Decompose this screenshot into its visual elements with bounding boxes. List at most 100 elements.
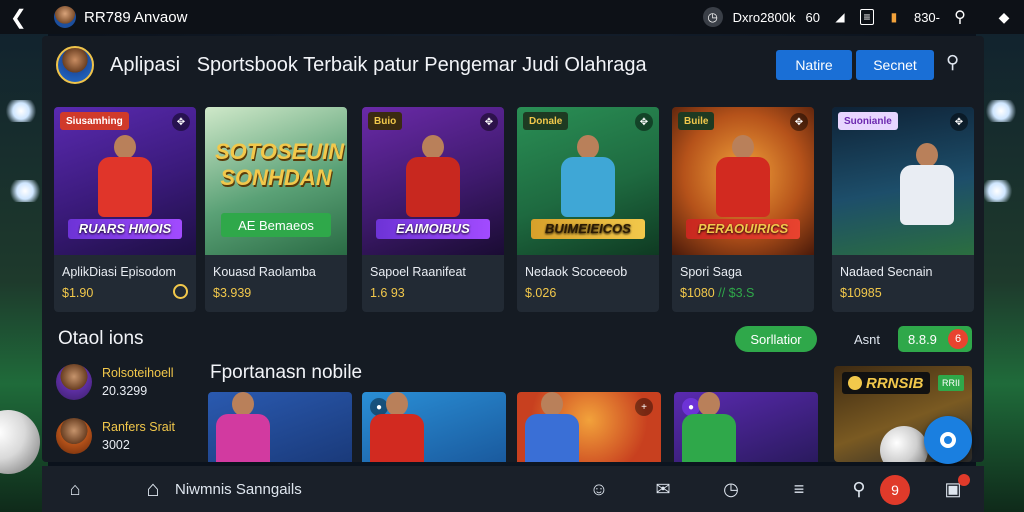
list-item-value: 20.3299 (102, 384, 148, 398)
game-card[interactable]: Donale ✥ BUIMEIEICOS Nedaok Scoceeob $.0… (517, 107, 659, 312)
house-icon[interactable]: ⌂ (142, 476, 164, 501)
card-art: Buio ✥ EAIMOIBUS (362, 107, 504, 255)
promo-tag-text: RRNSIB (866, 374, 924, 392)
account-badge: 6 (948, 329, 968, 349)
game-card[interactable]: Siusamhing ✥ RUARS HMOIS AplikDiasi Epis… (54, 107, 196, 312)
expand-icon[interactable]: ✥ (790, 113, 808, 131)
card-tag: Buio (368, 112, 403, 130)
search-icon[interactable]: ⚲ (946, 52, 970, 76)
list-item[interactable]: Rolsoteihoell 20.3299 (56, 362, 206, 404)
expand-icon[interactable]: ✥ (950, 113, 968, 131)
card-name: AplikDiasi Episodom (62, 265, 176, 279)
mobile-game-thumb[interactable]: + (517, 392, 661, 462)
section-title: Otaol ions (58, 328, 144, 349)
mobile-game-thumb[interactable] (208, 392, 352, 462)
card-price-extra: // $3.S (718, 286, 755, 300)
mobile-game-thumb[interactable]: ● (362, 392, 506, 462)
subscribe-button[interactable]: Sorllatior (735, 326, 817, 352)
card-price: $1.90 (62, 286, 94, 300)
game-card[interactable]: Buio ✥ EAIMOIBUS Sapoel Raanifeat 1.6 93 (362, 107, 504, 312)
search-icon[interactable]: ⚲ (950, 7, 970, 27)
player-figure (708, 135, 778, 227)
battery-icon: ▮ (890, 10, 898, 24)
player-figure (892, 143, 962, 235)
expand-icon[interactable]: ✥ (172, 113, 190, 131)
mobile-game-thumb[interactable]: ● (674, 392, 818, 462)
soccer-ball-icon (0, 410, 40, 474)
card-price: $3.939 (213, 286, 252, 300)
card-price: $.026 (525, 286, 557, 300)
status-text: Dxro2800k (732, 9, 796, 25)
expand-icon[interactable]: ✥ (635, 113, 653, 131)
card-name: Spori Saga (680, 265, 742, 279)
app-name: RR789 Anvaow (84, 8, 188, 26)
player-figure (398, 135, 468, 227)
page-header: Aplipasi Sportsbook Terbaik patur Pengem… (42, 36, 984, 94)
status-icons: ◷ Dxro2800k 60 ◢ ≡ ▮ 830- ⚲ ◆ (702, 7, 1014, 27)
card-art: Buile ✥ PERAOUIRICS (672, 107, 814, 255)
card-icon: ≡ (859, 9, 874, 25)
add-icon[interactable]: + (635, 398, 653, 416)
back-icon[interactable]: ❮ (10, 5, 32, 30)
card-headline: SOTOSEUIN SONHDAN (215, 139, 345, 190)
avatar (56, 418, 92, 454)
location-pin-icon (940, 432, 956, 448)
card-art: SOTOSEUIN SONHDAN AE Bemaeos (205, 107, 347, 255)
card-price: 1.6 93 (370, 286, 405, 300)
card-tag: Siusamhing (60, 112, 129, 130)
floating-action-button[interactable] (924, 416, 972, 464)
bag-badge-dot (958, 474, 970, 486)
card-name: Sapoel Raanifeat (370, 265, 466, 279)
main-panel: Aplipasi Sportsbook Terbaik patur Pengem… (42, 36, 984, 462)
list-item-value: 3002 (102, 438, 130, 452)
signal-icon: ◢ (835, 10, 845, 24)
card-tag: Donale (523, 112, 569, 130)
search-icon[interactable]: ⚲ (848, 478, 870, 500)
card-name: Nadaed Secnain (840, 265, 933, 279)
account-label: Asnt (854, 332, 881, 347)
player-figure (90, 135, 160, 227)
brand-logo[interactable] (56, 46, 94, 84)
card-name: Kouasd Raolamba (213, 265, 316, 279)
list-item-title: Ranfers Srait (102, 420, 175, 434)
mobile-section-title: Fportanasn nobile (210, 362, 363, 383)
home-icon[interactable]: ⌂ (64, 478, 86, 500)
card-price-main: $1080 (680, 286, 715, 300)
card-banner: PERAOUIRICS (686, 219, 800, 239)
clock-icon[interactable]: ◷ (720, 478, 742, 500)
mail-icon[interactable]: ✉ (652, 478, 674, 500)
floodlight-icon (4, 100, 38, 122)
secnet-button[interactable]: Secnet (856, 50, 934, 80)
nav-label[interactable]: Niwmnis Sanngails (175, 481, 302, 498)
stadium-background-left (0, 0, 48, 512)
game-card[interactable]: SOTOSEUIN SONHDAN AE Bemaeos Kouasd Raol… (205, 107, 347, 312)
clock-icon: ◷ (702, 7, 723, 27)
list-item[interactable]: Ranfers Srait 3002 (56, 416, 206, 458)
card-art: Siusamhing ✥ RUARS HMOIS (54, 107, 196, 255)
game-card[interactable]: Suonianle ✥ Nadaed Secnain $10985 (832, 107, 974, 312)
menu-icon[interactable]: ≡ (788, 478, 810, 500)
location-icon[interactable]: ◆ (994, 7, 1014, 27)
promo-tag: RRNSIB (842, 372, 930, 394)
avatar (56, 364, 92, 400)
card-price: $1080 // $3.S (680, 286, 754, 300)
list-item-title: Rolsoteihoell (102, 366, 174, 380)
battery-text: 830- (913, 9, 940, 25)
card-name: Nedaok Scoceeob (525, 265, 628, 279)
card-banner: RUARS HMOIS (68, 219, 182, 239)
coin-icon (173, 284, 188, 299)
card-action-button[interactable]: AE Bemaeos (221, 213, 331, 237)
player-figure (553, 135, 623, 227)
floodlight-icon (8, 180, 42, 202)
account-value: 8.8.9 (908, 331, 937, 347)
expand-icon[interactable]: ✥ (480, 113, 498, 131)
account-balance-pill[interactable]: 8.8.9 6 (898, 326, 972, 352)
notification-badge[interactable]: 9 (880, 475, 910, 505)
person-icon[interactable]: ☺ (588, 478, 610, 500)
card-tag: Buile (678, 112, 715, 130)
promo-small-tag: RRII (938, 375, 964, 391)
natire-button[interactable]: Natire (776, 50, 852, 80)
game-card[interactable]: Buile ✥ PERAOUIRICS Spori Saga $1080 // … (672, 107, 814, 312)
floodlight-icon (980, 180, 1014, 202)
headline: Sportsbook Terbaik patur Pengemar Judi O… (196, 53, 647, 76)
